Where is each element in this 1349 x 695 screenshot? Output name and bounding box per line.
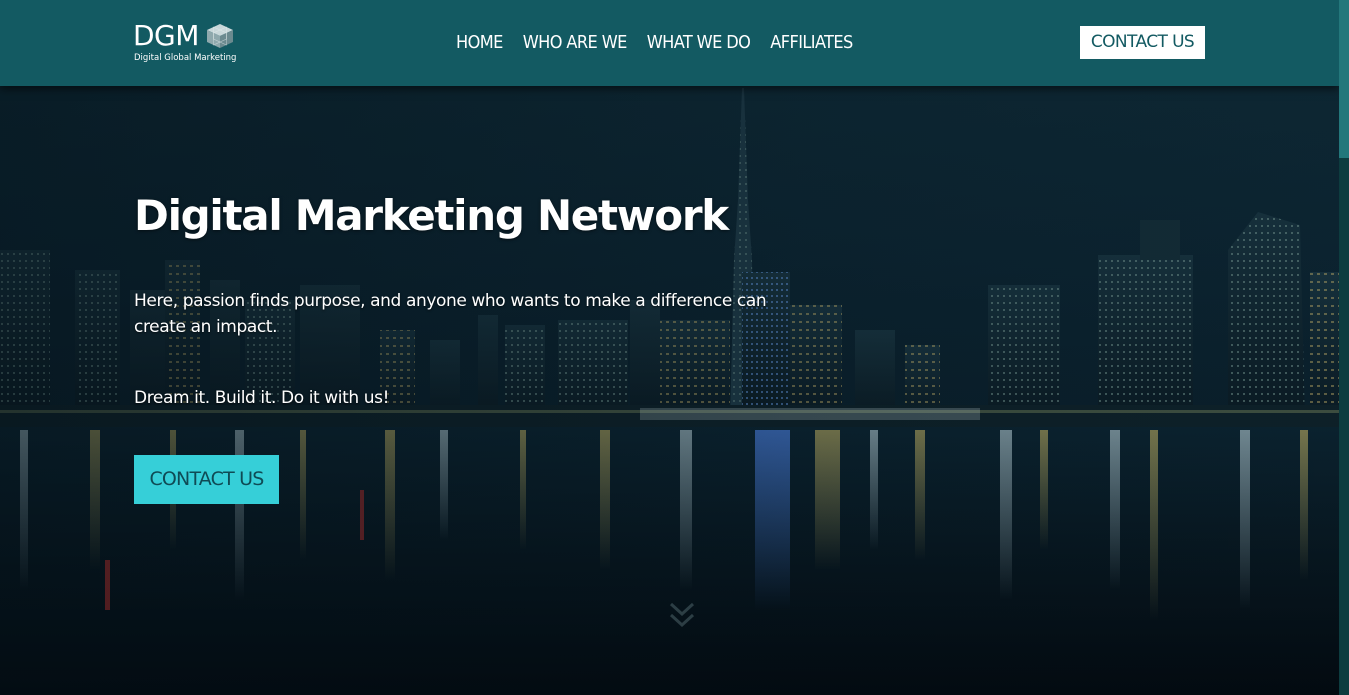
nav-item-home[interactable]: HOME bbox=[456, 31, 503, 55]
nav-item-what-we-do[interactable]: WHAT WE DO bbox=[647, 31, 751, 55]
hero-lead-text: Here, passion finds purpose, and anyone … bbox=[134, 291, 767, 337]
logo-text: DGM bbox=[133, 19, 199, 52]
hero-tagline: Dream it. Build it. Do it with us! bbox=[134, 388, 390, 408]
nav-item-who-are-we[interactable]: WHO ARE WE bbox=[523, 31, 628, 55]
page: DGM Digital Global Marketing HOME WHO AR… bbox=[0, 0, 1349, 695]
nav-item-affiliates[interactable]: AFFILIATES bbox=[770, 31, 853, 55]
header-contact-button[interactable]: CONTACT US bbox=[1080, 26, 1205, 59]
chevron-down-icon[interactable] bbox=[668, 600, 696, 630]
hero-content: Digital Marketing Network Here, passion … bbox=[134, 186, 814, 504]
scrollbar-thumb[interactable] bbox=[1339, 0, 1349, 158]
hero-title: Digital Marketing Network bbox=[134, 191, 729, 240]
hero-background bbox=[0, 0, 1339, 695]
page-scrollbar[interactable] bbox=[1339, 0, 1349, 695]
hero-overlay bbox=[0, 0, 1339, 695]
main-nav: HOME WHO ARE WE WHAT WE DO AFFILIATES bbox=[456, 31, 873, 55]
hero-contact-button[interactable]: CONTACT US bbox=[134, 455, 279, 504]
logo-subtitle: Digital Global Marketing bbox=[134, 53, 237, 63]
brand-logo[interactable]: DGM Digital Global Marketing bbox=[133, 20, 243, 66]
cube-logo-icon bbox=[207, 24, 233, 48]
site-header: DGM Digital Global Marketing HOME WHO AR… bbox=[0, 0, 1339, 86]
